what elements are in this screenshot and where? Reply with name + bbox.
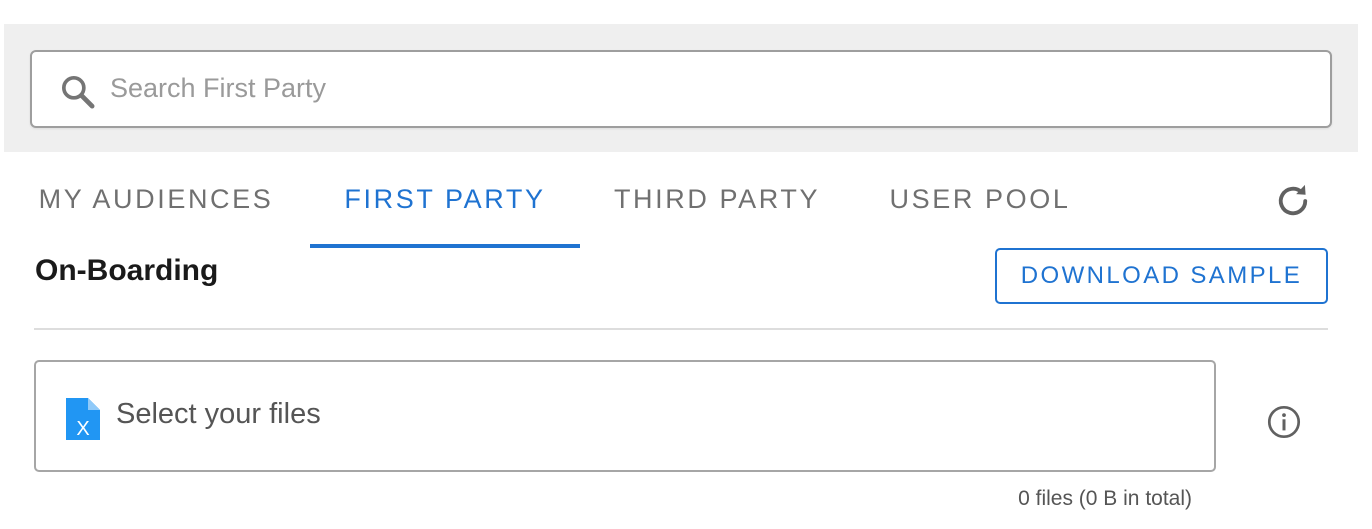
search-panel: [4, 24, 1358, 152]
refresh-icon[interactable]: [1272, 180, 1314, 222]
tab-label: MY AUDIENCES: [38, 184, 274, 214]
search-input[interactable]: [110, 62, 1300, 114]
active-tab-indicator: [310, 244, 580, 248]
search-box[interactable]: [30, 50, 1332, 128]
tab-first-party[interactable]: FIRST PARTY: [310, 168, 580, 248]
file-select-label: Select your files: [116, 398, 321, 430]
tab-user-pool[interactable]: USER POOL: [872, 168, 1088, 248]
file-select-dropzone[interactable]: X Select your files: [34, 360, 1216, 472]
download-sample-button[interactable]: DOWNLOAD SAMPLE: [995, 248, 1328, 304]
tab-label: THIRD PARTY: [613, 184, 821, 214]
tab-third-party[interactable]: THIRD PARTY: [596, 168, 838, 248]
file-icon-letter: X: [76, 418, 89, 440]
file-count-summary: 0 files (0 B in total): [1018, 487, 1192, 510]
section-title: On-Boarding: [35, 254, 219, 287]
tab-bar: MY AUDIENCES FIRST PARTY THIRD PARTY USE…: [0, 168, 1372, 248]
excel-file-icon: X: [66, 398, 100, 440]
tab-my-audiences[interactable]: MY AUDIENCES: [18, 168, 294, 248]
tab-label: FIRST PARTY: [344, 184, 546, 214]
search-icon: [61, 76, 95, 109]
divider: [34, 328, 1328, 330]
tab-label: USER POOL: [889, 184, 1071, 214]
info-icon[interactable]: [1266, 404, 1302, 440]
